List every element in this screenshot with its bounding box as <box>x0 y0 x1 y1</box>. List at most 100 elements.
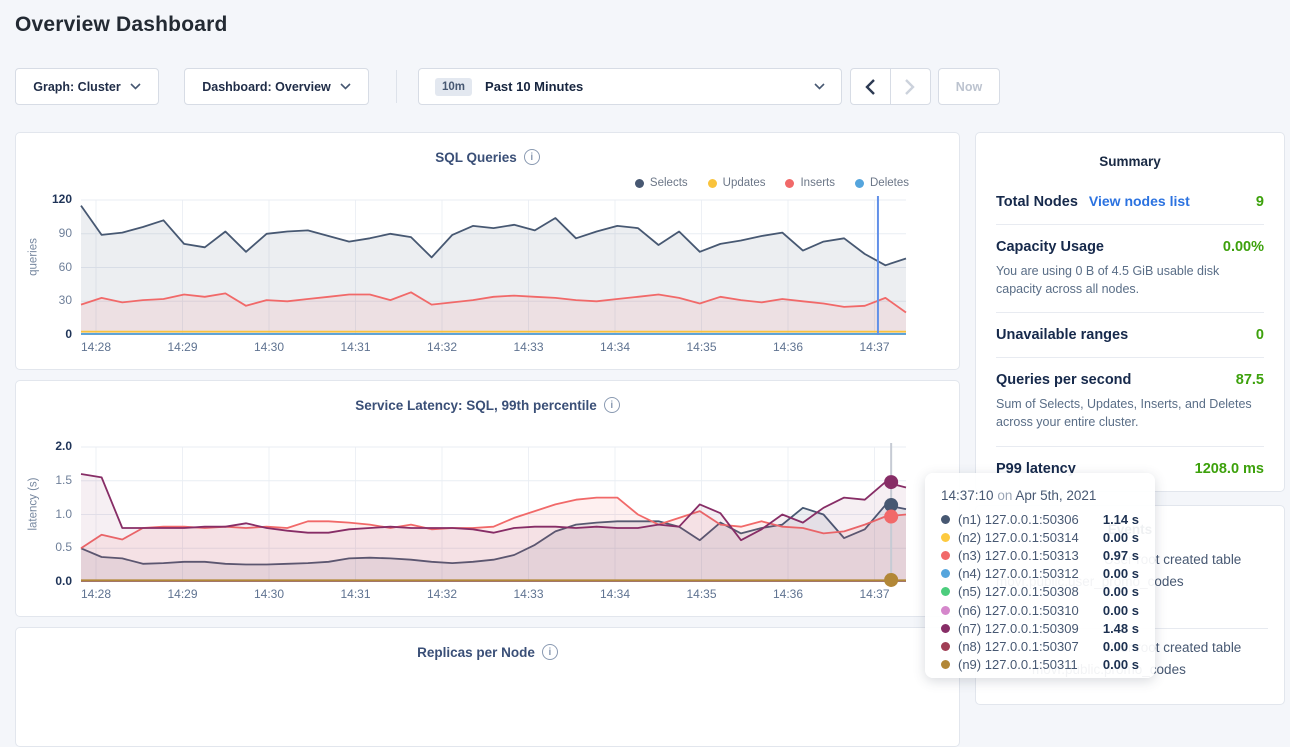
x-axis-tick: 14:29 <box>167 340 197 354</box>
node-address: (n7) 127.0.0.1:50309 <box>958 621 1103 636</box>
y-axis-tick: 0.5 <box>24 540 72 554</box>
now-button[interactable]: Now <box>938 68 1000 105</box>
view-nodes-list-link[interactable]: View nodes list <box>1089 193 1190 209</box>
x-axis-tick: 14:29 <box>167 587 197 601</box>
summary-value: 0 <box>1256 327 1264 343</box>
node-address: (n3) 127.0.0.1:50313 <box>958 548 1103 563</box>
tooltip-node-row: (n8) 127.0.0.1:503070.00 s <box>941 637 1139 655</box>
x-axis-tick: 14:35 <box>686 587 716 601</box>
chevron-down-icon <box>814 83 825 90</box>
summary-row-unavailable-ranges: Unavailable ranges 0 <box>996 313 1264 358</box>
page-title: Overview Dashboard <box>15 13 228 37</box>
info-icon[interactable]: i <box>524 149 540 165</box>
y-axis-tick: 0.0 <box>24 574 72 588</box>
info-icon[interactable]: i <box>604 397 620 413</box>
summary-card: Summary Total Nodes View nodes list 9 Ca… <box>975 132 1285 492</box>
summary-label: Queries per second <box>996 372 1131 388</box>
sql-queries-plot[interactable]: queries 030609012014:2814:2914:3014:3114… <box>81 200 906 335</box>
toolbar-divider <box>396 70 397 103</box>
sql-queries-chart[interactable] <box>81 200 906 335</box>
chart-hover-tooltip: 14:37:10 on Apr 5th, 2021 (n1) 127.0.0.1… <box>925 473 1155 678</box>
x-axis-tick: 14:33 <box>513 587 543 601</box>
service-latency-plot[interactable]: latency (s) 0.00.51.01.52.014:2814:2914:… <box>81 447 906 582</box>
node-color-dot <box>941 587 950 596</box>
node-address: (n8) 127.0.0.1:50307 <box>958 639 1103 654</box>
node-address: (n9) 127.0.0.1:50311 <box>958 657 1103 672</box>
summary-value: 1208.0 ms <box>1195 461 1264 477</box>
chart-legend: Selects Updates Inserts Deletes <box>635 177 909 189</box>
node-color-dot <box>941 515 950 524</box>
summary-label: Unavailable ranges <box>996 327 1128 343</box>
summary-description: You are using 0 B of 4.5 GiB usable disk… <box>996 262 1264 298</box>
node-address: (n6) 127.0.0.1:50310 <box>958 603 1103 618</box>
summary-value: 0.00% <box>1223 239 1264 255</box>
summary-value: 87.5 <box>1236 372 1264 388</box>
node-color-dot <box>941 660 950 669</box>
tooltip-node-row: (n5) 127.0.0.1:503080.00 s <box>941 583 1139 601</box>
chevron-down-icon <box>130 83 141 90</box>
time-step-buttons <box>850 68 931 105</box>
prev-interval-button[interactable] <box>851 69 891 104</box>
node-latency-value: 1.14 s <box>1103 512 1139 527</box>
summary-row-qps: Queries per second 87.5 Sum of Selects, … <box>996 358 1264 446</box>
x-axis-tick: 14:28 <box>81 587 111 601</box>
summary-title: Summary <box>996 133 1264 169</box>
dashboard-dropdown[interactable]: Dashboard: Overview <box>184 68 369 105</box>
node-address: (n2) 127.0.0.1:50314 <box>958 530 1103 545</box>
tooltip-node-row: (n3) 127.0.0.1:503130.97 s <box>941 546 1139 564</box>
y-axis-tick: 1.0 <box>24 507 72 521</box>
x-axis-tick: 14:33 <box>513 340 543 354</box>
node-latency-value: 0.00 s <box>1103 530 1139 545</box>
node-latency-value: 0.00 s <box>1103 584 1139 599</box>
legend-dot <box>785 179 794 188</box>
summary-row-total-nodes: Total Nodes View nodes list 9 <box>996 179 1264 225</box>
node-latency-value: 0.00 s <box>1103 657 1139 672</box>
chart-title: Replicas per Node <box>417 645 535 660</box>
x-axis-tick: 14:36 <box>773 587 803 601</box>
graph-dropdown[interactable]: Graph: Cluster <box>15 68 159 105</box>
node-color-dot <box>941 642 950 651</box>
time-range-dropdown[interactable]: 10m Past 10 Minutes <box>418 68 842 105</box>
legend-item-updates[interactable]: Updates <box>708 177 766 189</box>
y-axis-tick: 30 <box>24 293 72 307</box>
node-address: (n5) 127.0.0.1:50308 <box>958 584 1103 599</box>
tooltip-rows: (n1) 127.0.0.1:503061.14 s (n2) 127.0.0.1… <box>941 510 1139 674</box>
tooltip-node-row: (n6) 127.0.0.1:503100.00 s <box>941 601 1139 619</box>
time-range-badge: 10m <box>435 78 472 96</box>
x-axis-tick: 14:37 <box>859 587 889 601</box>
summary-description: Sum of Selects, Updates, Inserts, and De… <box>996 395 1264 431</box>
y-axis-tick: 1.5 <box>24 473 72 487</box>
legend-item-selects[interactable]: Selects <box>635 177 688 189</box>
node-color-dot <box>941 606 950 615</box>
node-latency-value: 0.00 s <box>1103 603 1139 618</box>
x-axis-tick: 14:30 <box>254 340 284 354</box>
y-axis-tick: 120 <box>24 192 72 206</box>
y-axis-tick: 60 <box>24 260 72 274</box>
sql-queries-panel: SQL Queries i Selects Updates Inserts Delet… <box>15 132 960 370</box>
x-axis-tick: 14:32 <box>427 340 457 354</box>
chevron-left-icon <box>865 79 875 95</box>
chevron-right-icon <box>905 79 915 95</box>
node-latency-value: 0.00 s <box>1103 639 1139 654</box>
info-icon[interactable]: i <box>542 644 558 660</box>
y-axis-tick: 2.0 <box>24 439 72 453</box>
tooltip-node-row: (n4) 127.0.0.1:503120.00 s <box>941 565 1139 583</box>
x-axis-tick: 14:36 <box>773 340 803 354</box>
x-axis-tick: 14:31 <box>340 587 370 601</box>
next-interval-button[interactable] <box>891 69 931 104</box>
x-axis-tick: 14:34 <box>600 340 630 354</box>
x-axis-tick: 14:32 <box>427 587 457 601</box>
x-axis-tick: 14:30 <box>254 587 284 601</box>
node-color-dot <box>941 551 950 560</box>
node-latency-value: 1.48 s <box>1103 621 1139 636</box>
tooltip-node-row: (n1) 127.0.0.1:503061.14 s <box>941 510 1139 528</box>
node-latency-value: 0.00 s <box>1103 566 1139 581</box>
chart-title: SQL Queries <box>435 150 517 165</box>
legend-item-deletes[interactable]: Deletes <box>855 177 909 189</box>
x-axis-tick: 14:28 <box>81 340 111 354</box>
legend-dot <box>855 179 864 188</box>
node-color-dot <box>941 533 950 542</box>
legend-item-inserts[interactable]: Inserts <box>785 177 835 189</box>
service-latency-chart[interactable] <box>81 447 906 582</box>
legend-dot <box>635 179 644 188</box>
